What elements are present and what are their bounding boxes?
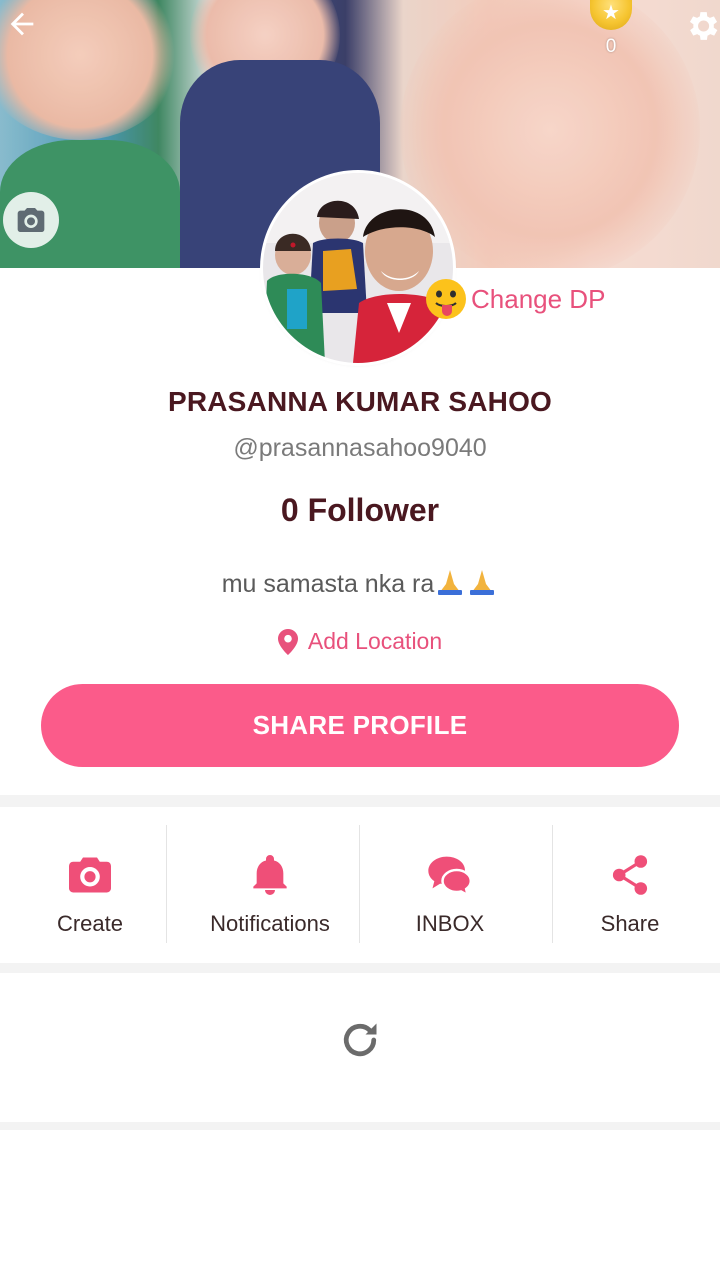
bio-text: mu samasta nka ra xyxy=(221,570,435,598)
back-button[interactable] xyxy=(2,4,42,44)
bell-icon xyxy=(253,855,287,895)
avatar-photo xyxy=(263,173,453,363)
change-dp-button[interactable]: Change DP xyxy=(425,276,605,322)
add-location-label: Add Location xyxy=(307,628,443,654)
folded-hands-emoji xyxy=(438,570,495,595)
profile-avatar[interactable] xyxy=(263,173,453,363)
action-separator xyxy=(359,825,360,943)
share-label: Share xyxy=(600,911,660,936)
camera-icon xyxy=(69,857,111,893)
action-separator xyxy=(166,825,167,943)
share-button[interactable]: Share xyxy=(540,807,720,963)
notifications-button[interactable]: Notifications xyxy=(180,807,360,963)
tongue-out-emoji xyxy=(426,279,466,319)
share-icon xyxy=(612,855,648,895)
location-pin-icon xyxy=(277,628,298,655)
coin-balance[interactable]: ★ 0 xyxy=(588,0,634,64)
profile-handle: @prasannasahoo9040 xyxy=(233,434,487,462)
arrow-left-icon xyxy=(10,12,34,36)
inbox-label: INBOX xyxy=(415,911,485,936)
profile-bio: mu samasta nka ra xyxy=(0,568,720,599)
gear-icon xyxy=(689,12,718,40)
section-divider xyxy=(0,963,720,973)
coin-count: 0 xyxy=(605,36,617,57)
add-location-button[interactable]: Add Location xyxy=(0,628,720,655)
section-divider xyxy=(0,795,720,807)
create-button[interactable]: Create xyxy=(0,807,180,963)
inbox-button[interactable]: INBOX xyxy=(360,807,540,963)
cover-camera-button[interactable] xyxy=(3,192,59,248)
section-divider xyxy=(0,1122,720,1130)
profile-name: PRASANNA KUMAR SAHOO xyxy=(167,386,553,417)
notifications-label: Notifications xyxy=(210,911,330,936)
create-label: Create xyxy=(56,911,124,936)
refresh-button[interactable] xyxy=(338,1018,382,1062)
change-dp-label: Change DP xyxy=(471,283,606,314)
follower-count[interactable]: 0 Follower xyxy=(0,492,720,529)
chat-bubbles-icon xyxy=(428,856,472,895)
share-profile-button[interactable]: SHARE PROFILE xyxy=(41,684,679,767)
gold-coin-icon: ★ xyxy=(590,0,632,30)
action-bar: Create Notifications INBOX Share xyxy=(0,807,720,963)
camera-icon xyxy=(17,208,45,232)
action-separator xyxy=(552,825,553,943)
refresh-icon xyxy=(343,1023,377,1057)
settings-button[interactable] xyxy=(682,4,720,48)
